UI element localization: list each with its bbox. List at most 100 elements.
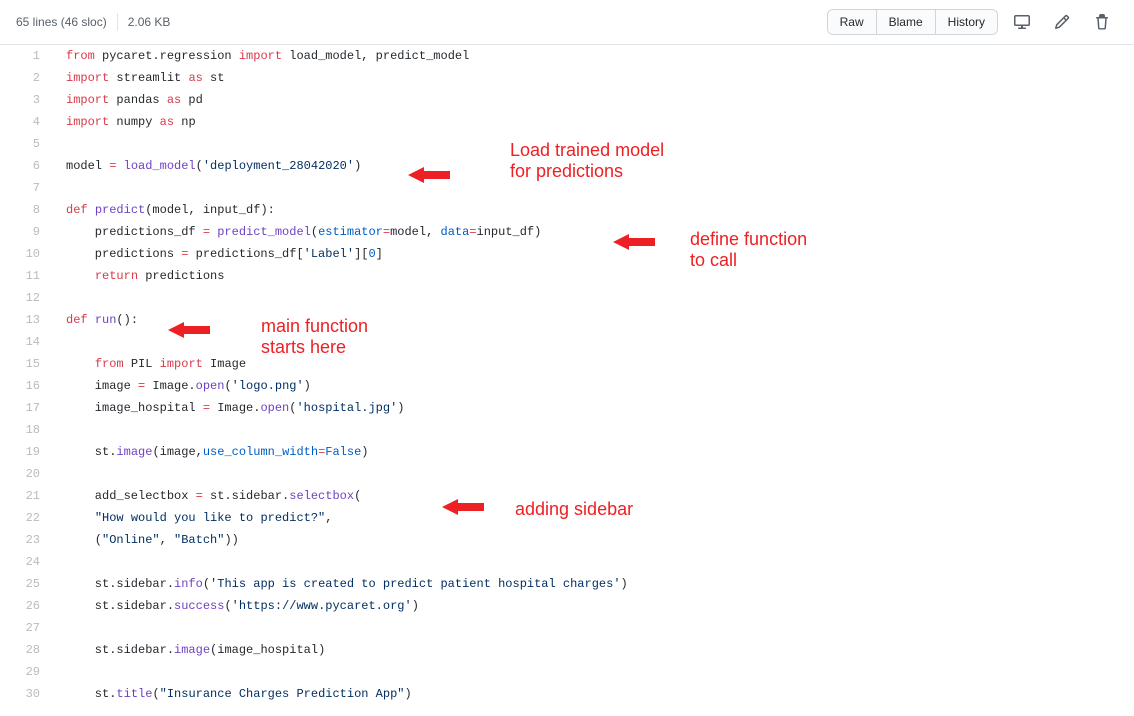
line-content[interactable]: st.image(image,use_column_width=False) (50, 441, 369, 463)
line-number[interactable]: 20 (0, 463, 50, 485)
line-number[interactable]: 19 (0, 441, 50, 463)
code-line: 2import streamlit as st (0, 67, 1134, 89)
line-content[interactable]: st.sidebar.image(image_hospital) (50, 639, 325, 661)
code-line: 25 st.sidebar.info('This app is created … (0, 573, 1134, 595)
code-line: 30 st.title("Insurance Charges Predictio… (0, 683, 1134, 705)
line-number[interactable]: 10 (0, 243, 50, 265)
trash-icon[interactable] (1086, 8, 1118, 36)
code-line: 9 predictions_df = predict_model(estimat… (0, 221, 1134, 243)
line-content[interactable]: ("Online", "Batch")) (50, 529, 239, 551)
line-content[interactable]: st.title("Insurance Charges Prediction A… (50, 683, 412, 705)
code-line: 21 add_selectbox = st.sidebar.selectbox( (0, 485, 1134, 507)
line-content[interactable]: model = load_model('deployment_28042020'… (50, 155, 361, 177)
line-content[interactable] (50, 463, 66, 485)
line-content[interactable]: add_selectbox = st.sidebar.selectbox( (50, 485, 361, 507)
line-content[interactable]: image = Image.open('logo.png') (50, 375, 311, 397)
line-content[interactable]: st.sidebar.success('https://www.pycaret.… (50, 595, 419, 617)
line-number[interactable]: 26 (0, 595, 50, 617)
divider (117, 13, 118, 31)
code-line: 19 st.image(image,use_column_width=False… (0, 441, 1134, 463)
history-button[interactable]: History (936, 10, 997, 34)
line-number[interactable]: 18 (0, 419, 50, 441)
header-actions: Raw Blame History (827, 8, 1118, 36)
line-content[interactable]: import pandas as pd (50, 89, 203, 111)
line-number[interactable]: 13 (0, 309, 50, 331)
line-content[interactable] (50, 177, 66, 199)
line-content[interactable]: import numpy as np (50, 111, 196, 133)
line-number[interactable]: 5 (0, 133, 50, 155)
line-number[interactable]: 17 (0, 397, 50, 419)
code-line: 23 ("Online", "Batch")) (0, 529, 1134, 551)
line-number[interactable]: 8 (0, 199, 50, 221)
code-line: 14 (0, 331, 1134, 353)
line-number[interactable]: 22 (0, 507, 50, 529)
code-line: 5 (0, 133, 1134, 155)
line-content[interactable]: image_hospital = Image.open('hospital.jp… (50, 397, 405, 419)
code-line: 29 (0, 661, 1134, 683)
code-line: 28 st.sidebar.image(image_hospital) (0, 639, 1134, 661)
line-number[interactable]: 4 (0, 111, 50, 133)
line-number[interactable]: 28 (0, 639, 50, 661)
code-line: 15 from PIL import Image (0, 353, 1134, 375)
line-content[interactable] (50, 133, 66, 155)
line-number[interactable]: 1 (0, 45, 50, 67)
code-line: 17 image_hospital = Image.open('hospital… (0, 397, 1134, 419)
code-line: 8def predict(model, input_df): (0, 199, 1134, 221)
line-content[interactable]: from pycaret.regression import load_mode… (50, 45, 469, 67)
line-content[interactable] (50, 419, 66, 441)
line-number[interactable]: 9 (0, 221, 50, 243)
line-number[interactable]: 21 (0, 485, 50, 507)
code-line: 4import numpy as np (0, 111, 1134, 133)
line-number[interactable]: 16 (0, 375, 50, 397)
pencil-icon[interactable] (1046, 8, 1078, 36)
code-line: 6model = load_model('deployment_28042020… (0, 155, 1134, 177)
line-content[interactable] (50, 661, 66, 683)
line-content[interactable]: predictions_df = predict_model(estimator… (50, 221, 541, 243)
line-number[interactable]: 6 (0, 155, 50, 177)
code-line: 10 predictions = predictions_df['Label']… (0, 243, 1134, 265)
line-content[interactable]: import streamlit as st (50, 67, 224, 89)
line-content[interactable] (50, 331, 66, 353)
code-line: 24 (0, 551, 1134, 573)
line-number[interactable]: 27 (0, 617, 50, 639)
line-number[interactable]: 11 (0, 265, 50, 287)
code-line: 20 (0, 463, 1134, 485)
blame-button[interactable]: Blame (877, 10, 936, 34)
line-number[interactable]: 25 (0, 573, 50, 595)
line-content[interactable] (50, 551, 66, 573)
line-content[interactable]: from PIL import Image (50, 353, 246, 375)
code-line: 18 (0, 419, 1134, 441)
code-line: 11 return predictions (0, 265, 1134, 287)
line-number[interactable]: 29 (0, 661, 50, 683)
line-content[interactable]: def run(): (50, 309, 138, 331)
line-content[interactable]: predictions = predictions_df['Label'][0] (50, 243, 383, 265)
raw-button[interactable]: Raw (828, 10, 877, 34)
line-content[interactable] (50, 617, 66, 639)
line-number[interactable]: 14 (0, 331, 50, 353)
line-number[interactable]: 3 (0, 89, 50, 111)
file-info: 65 lines (46 sloc) 2.06 KB (16, 13, 170, 31)
code-line: 27 (0, 617, 1134, 639)
line-number[interactable]: 7 (0, 177, 50, 199)
line-content[interactable]: "How would you like to predict?", (50, 507, 332, 529)
code-line: 16 image = Image.open('logo.png') (0, 375, 1134, 397)
code-line: 22 "How would you like to predict?", (0, 507, 1134, 529)
line-content[interactable]: st.sidebar.info('This app is created to … (50, 573, 628, 595)
code-line: 7 (0, 177, 1134, 199)
code-line: 1from pycaret.regression import load_mod… (0, 45, 1134, 67)
line-number[interactable]: 12 (0, 287, 50, 309)
file-size: 2.06 KB (128, 15, 171, 29)
line-number[interactable]: 30 (0, 683, 50, 705)
code-line: 3import pandas as pd (0, 89, 1134, 111)
line-content[interactable]: return predictions (50, 265, 224, 287)
line-count: 65 lines (46 sloc) (16, 15, 107, 29)
desktop-icon[interactable] (1006, 8, 1038, 36)
code-line: 12 (0, 287, 1134, 309)
line-number[interactable]: 15 (0, 353, 50, 375)
line-content[interactable] (50, 287, 66, 309)
button-group: Raw Blame History (827, 9, 998, 35)
line-number[interactable]: 23 (0, 529, 50, 551)
line-number[interactable]: 2 (0, 67, 50, 89)
line-number[interactable]: 24 (0, 551, 50, 573)
line-content[interactable]: def predict(model, input_df): (50, 199, 275, 221)
